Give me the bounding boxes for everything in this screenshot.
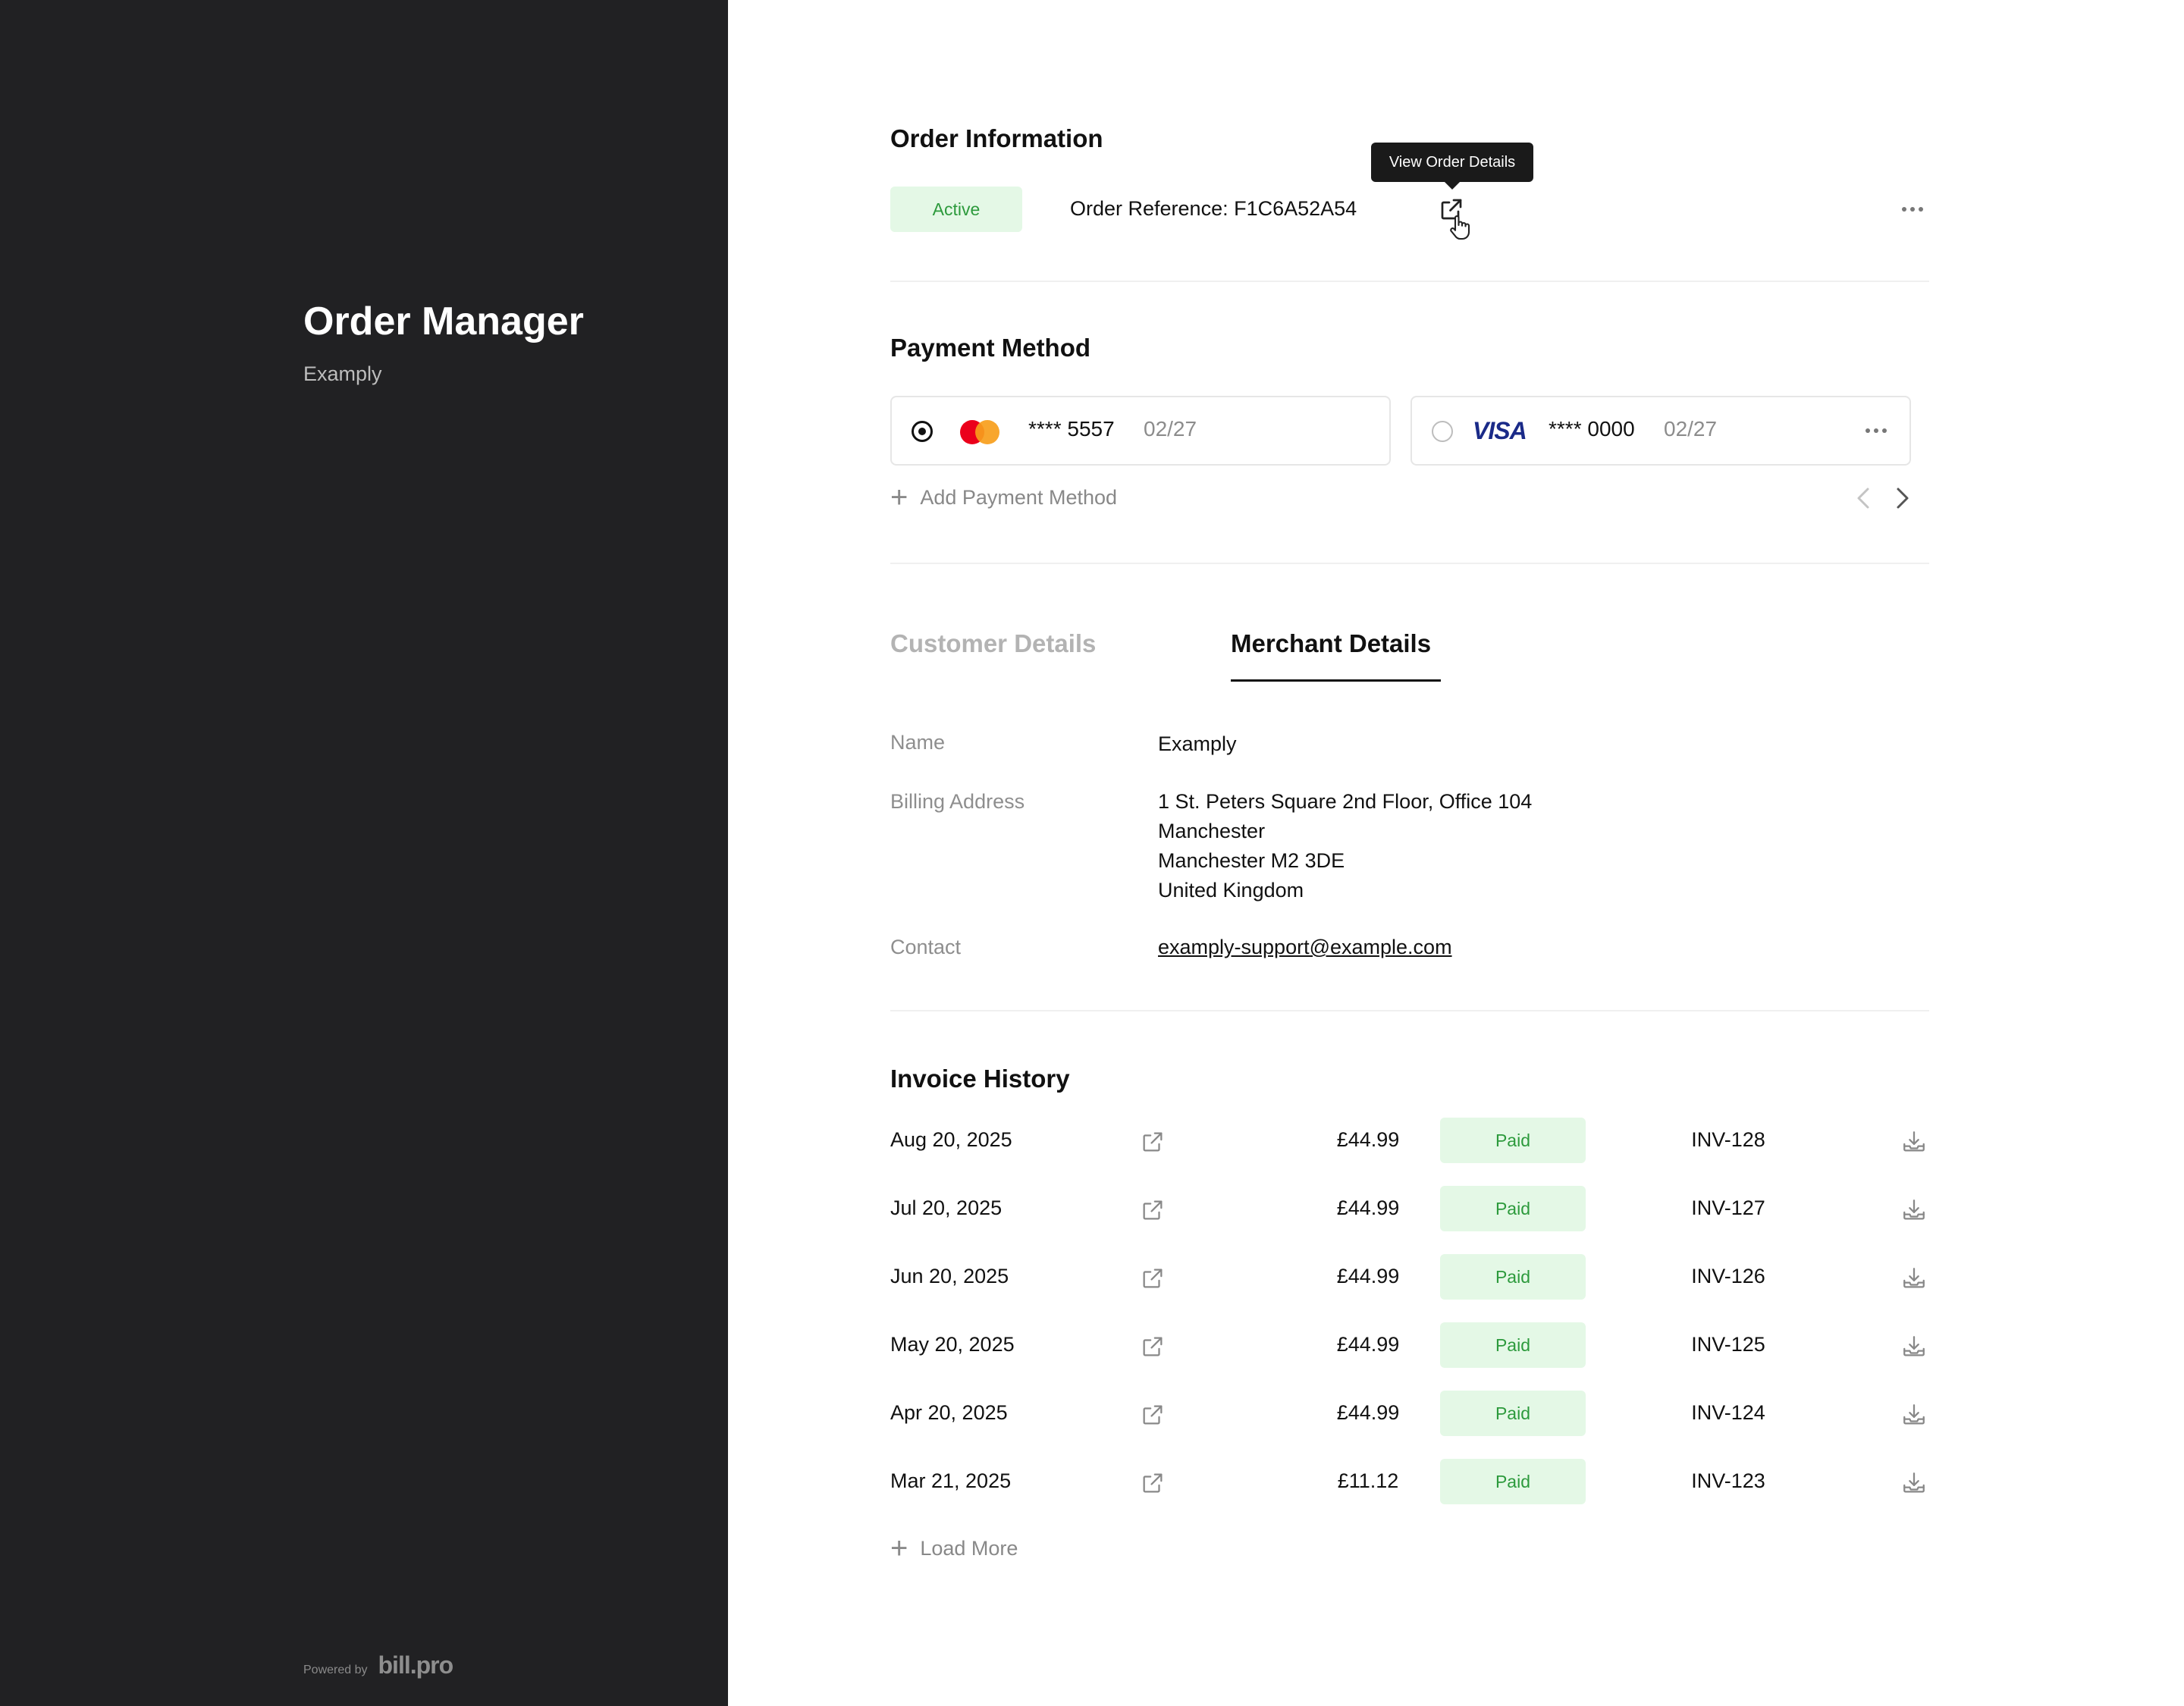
- tab-merchant-details[interactable]: Merchant Details: [1231, 629, 1431, 658]
- invoice-date: Apr 20, 2025: [890, 1401, 1008, 1424]
- powered-by: Powered by bill.pro: [303, 1651, 453, 1679]
- invoice-number: INV-126: [1691, 1265, 1765, 1287]
- contact-email-link[interactable]: examply-support@example.com: [1158, 933, 1452, 962]
- invoice-row: Apr 20, 2025 £44.99 Paid INV-124: [890, 1391, 1929, 1436]
- more-horizontal-icon[interactable]: [1862, 420, 1890, 441]
- external-link-icon[interactable]: [1138, 1400, 1168, 1430]
- load-more-label: Load More: [920, 1536, 1018, 1560]
- pointer-hand-icon: [1447, 212, 1473, 243]
- address-line: Manchester: [1158, 820, 1266, 842]
- card-expiry: 02/27: [1144, 417, 1197, 441]
- invoice-date: Aug 20, 2025: [890, 1128, 1012, 1151]
- billing-address-label: Billing Address: [890, 790, 1025, 813]
- external-link-icon[interactable]: [1138, 1331, 1168, 1362]
- invoice-status-badge: Paid: [1440, 1118, 1586, 1163]
- chevron-left-icon[interactable]: [1852, 485, 1875, 511]
- chevron-right-icon[interactable]: [1891, 485, 1914, 511]
- invoice-date: Jul 20, 2025: [890, 1196, 1003, 1219]
- invoice-status-badge: Paid: [1440, 1254, 1586, 1300]
- visa-logo: VISA: [1473, 417, 1527, 444]
- invoice-date: May 20, 2025: [890, 1333, 1015, 1356]
- address-line: United Kingdom: [1158, 879, 1304, 902]
- plus-icon: +: [890, 481, 908, 514]
- sidebar: Order Manager Examply Powered by bill.pr…: [0, 0, 728, 1706]
- invoice-status-badge: Paid: [1440, 1186, 1586, 1231]
- radio-selected[interactable]: [912, 421, 933, 442]
- load-more-button[interactable]: + Load More: [890, 1533, 1018, 1563]
- card-expiry: 02/27: [1664, 417, 1718, 441]
- powered-by-label: Powered by: [303, 1664, 368, 1676]
- plus-icon: +: [890, 1532, 908, 1565]
- invoice-number: INV-124: [1691, 1401, 1765, 1424]
- invoice-status-badge: Paid: [1440, 1459, 1586, 1504]
- address-line: Manchester M2 3DE: [1158, 849, 1345, 872]
- invoice-row: May 20, 2025 £44.99 Paid INV-125: [890, 1322, 1929, 1368]
- invoice-date: Mar 21, 2025: [890, 1469, 1012, 1492]
- invoice-amount: £44.99: [1336, 1196, 1400, 1219]
- merchant-name: Examply: [303, 362, 382, 385]
- external-link-icon[interactable]: [1138, 1195, 1168, 1225]
- mastercard-logo: [960, 420, 999, 444]
- invoice-number: INV-128: [1691, 1128, 1765, 1151]
- card-number: **** 5557: [1028, 417, 1115, 441]
- download-icon[interactable]: [1899, 1127, 1929, 1157]
- divider: [890, 563, 1929, 564]
- payment-card-mastercard[interactable]: **** 5557 02/27: [890, 396, 1391, 466]
- download-icon[interactable]: [1899, 1400, 1929, 1430]
- active-tab-indicator: [1231, 679, 1441, 682]
- order-reference: Order Reference: F1C6A52A54: [1070, 197, 1357, 220]
- invoice-status-badge: Paid: [1440, 1322, 1586, 1368]
- invoice-amount: £44.99: [1336, 1265, 1400, 1287]
- name-value: Examply: [1158, 732, 1237, 755]
- payment-card-visa[interactable]: VISA **** 0000 02/27: [1410, 396, 1911, 466]
- invoice-number: INV-125: [1691, 1333, 1765, 1356]
- add-payment-label: Add Payment Method: [920, 485, 1118, 509]
- add-payment-method-button[interactable]: + Add Payment Method: [890, 482, 1117, 513]
- invoice-amount: £44.99: [1336, 1128, 1400, 1151]
- download-icon[interactable]: [1899, 1195, 1929, 1225]
- invoice-number: INV-127: [1691, 1196, 1765, 1219]
- payment-method-title: Payment Method: [890, 334, 1091, 362]
- name-label: Name: [890, 731, 946, 754]
- tab-customer-details[interactable]: Customer Details: [890, 629, 1096, 658]
- invoice-date: Jun 20, 2025: [890, 1265, 1009, 1287]
- invoice-row: Mar 21, 2025 £11.12 Paid INV-123: [890, 1459, 1929, 1504]
- status-badge: Active: [890, 187, 1022, 232]
- billpro-logo[interactable]: bill.pro: [378, 1651, 454, 1679]
- app-title: Order Manager: [303, 299, 584, 343]
- address-line: 1 St. Peters Square 2nd Floor, Office 10…: [1158, 790, 1533, 813]
- invoice-row: Jul 20, 2025 £44.99 Paid INV-127: [890, 1186, 1929, 1231]
- invoice-number: INV-123: [1691, 1469, 1765, 1492]
- invoice-row: Aug 20, 2025 £44.99 Paid INV-128: [890, 1118, 1929, 1163]
- order-info-title: Order Information: [890, 124, 1103, 152]
- download-icon[interactable]: [1899, 1331, 1929, 1362]
- invoice-row: Jun 20, 2025 £44.99 Paid INV-126: [890, 1254, 1929, 1300]
- invoice-status-badge: Paid: [1440, 1391, 1586, 1436]
- invoice-amount: £44.99: [1336, 1333, 1400, 1356]
- card-number: **** 0000: [1549, 417, 1635, 441]
- contact-label: Contact: [890, 936, 962, 958]
- external-link-icon[interactable]: [1138, 1127, 1168, 1157]
- radio-unselected[interactable]: [1432, 421, 1453, 442]
- download-icon[interactable]: [1899, 1263, 1929, 1294]
- billing-address-value: 1 St. Peters Square 2nd Floor, Office 10…: [1158, 787, 1532, 905]
- invoice-amount: £11.12: [1337, 1469, 1399, 1492]
- invoice-history-title: Invoice History: [890, 1065, 1070, 1093]
- external-link-icon[interactable]: [1138, 1263, 1168, 1294]
- download-icon[interactable]: [1899, 1468, 1929, 1498]
- view-order-tooltip: View Order Details: [1371, 143, 1533, 190]
- more-horizontal-icon[interactable]: [1899, 199, 1926, 220]
- invoice-amount: £44.99: [1336, 1401, 1400, 1424]
- external-link-icon[interactable]: [1138, 1468, 1168, 1498]
- main-content: Order Information Active Order Reference…: [890, 0, 1929, 1706]
- divider: [890, 1010, 1929, 1011]
- divider: [890, 281, 1929, 282]
